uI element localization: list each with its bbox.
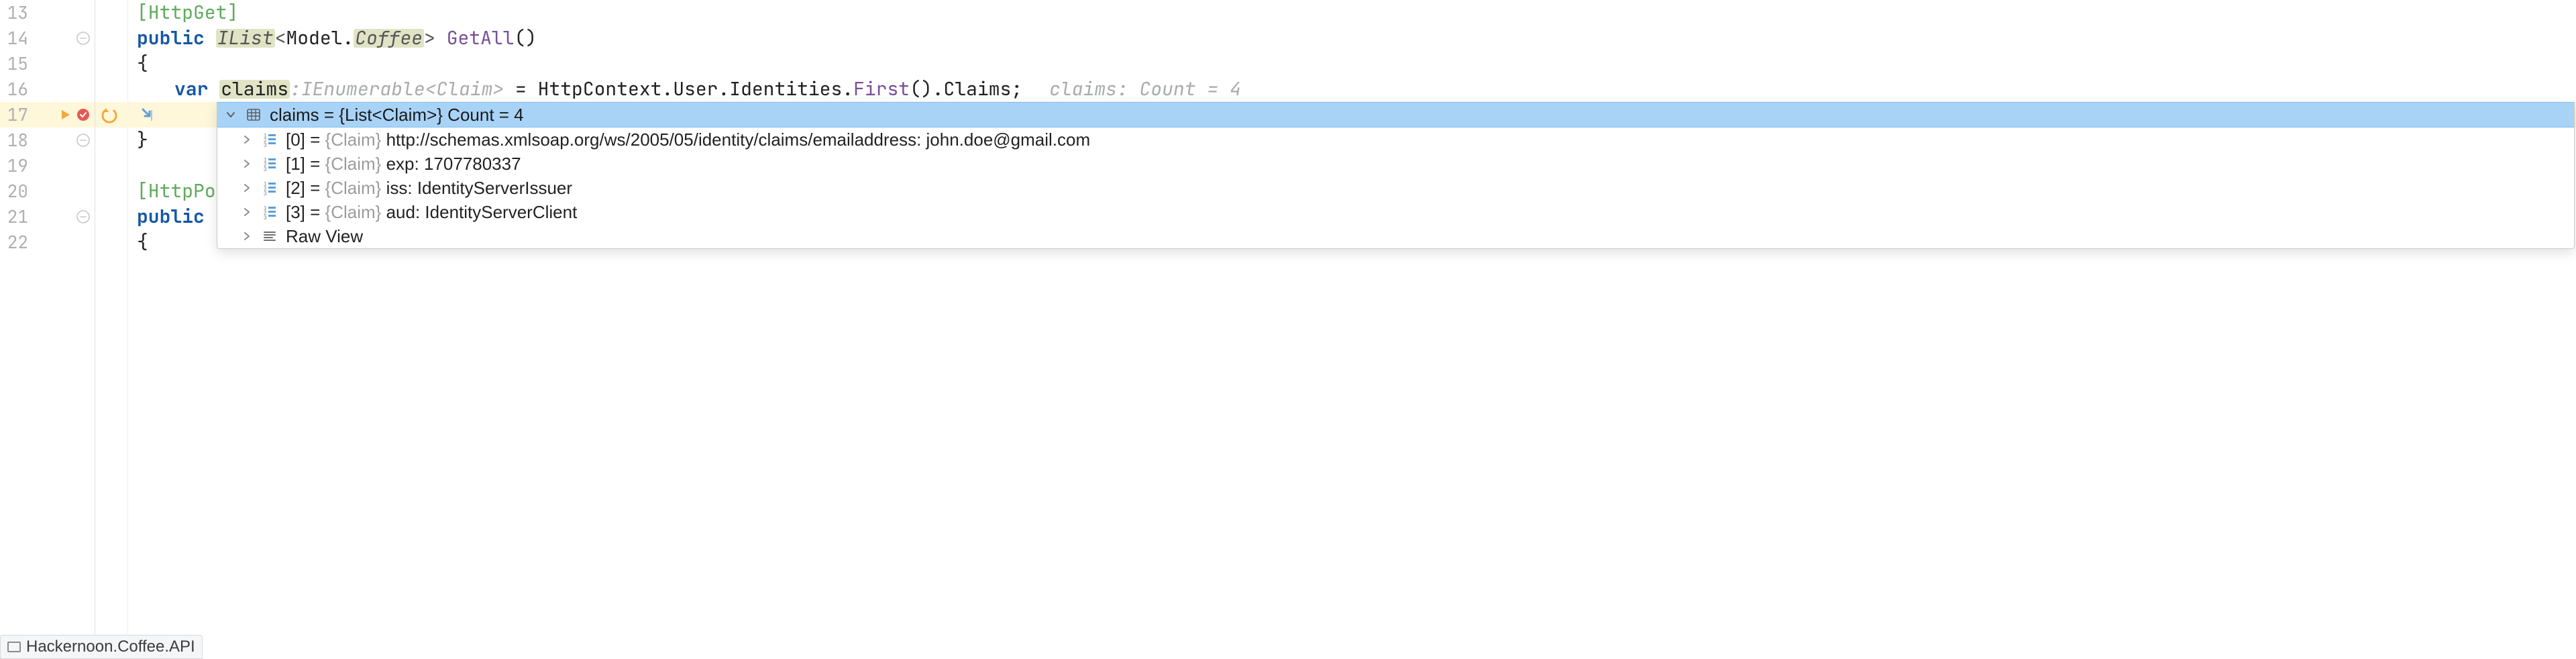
gutter-row[interactable]: 16	[0, 77, 95, 102]
popup-item-text: [2] = {Claim} iss: IdentityServerIssuer	[286, 179, 2567, 197]
line-number: 16	[0, 81, 32, 98]
chevron-right-icon[interactable]	[240, 135, 254, 144]
line-number: 17	[0, 106, 32, 123]
svg-text:3: 3	[264, 166, 267, 171]
gutter-row[interactable]: 14	[0, 26, 95, 51]
line-number: 13	[0, 4, 32, 21]
svg-text:3: 3	[264, 142, 267, 147]
project-tab[interactable]: Hackernoon.Coffee.API	[0, 635, 203, 659]
debug-inspect-popup[interactable]: claims = {List<Claim>} Count = 4 123 [0]…	[217, 102, 2575, 249]
svg-text:3: 3	[264, 191, 267, 195]
gutter-row[interactable]: 22	[0, 230, 95, 255]
fold-icon[interactable]	[76, 31, 91, 46]
gutter-row[interactable]: 20	[0, 179, 95, 204]
keyword: public	[137, 29, 216, 48]
project-name: Hackernoon.Coffee.API	[26, 639, 195, 655]
method-name: GetAll	[447, 29, 515, 48]
line-number: 22	[0, 234, 32, 251]
inline-debug-value: claims: Count = 4	[1049, 80, 1241, 99]
line-number: 21	[0, 208, 32, 225]
grid-icon	[244, 105, 263, 124]
chevron-right-icon[interactable]	[240, 183, 254, 193]
list-item-icon: 123	[260, 203, 279, 221]
chevron-right-icon[interactable]	[240, 207, 254, 217]
code-line[interactable]: var claims :IEnumerable<Claim> = HttpCon…	[95, 77, 2576, 102]
execution-pointer-icon	[60, 108, 73, 121]
gutter-row[interactable]: 18	[0, 128, 95, 153]
svg-text:3: 3	[264, 215, 267, 219]
code-editor: 13 14 15 16 17	[0, 0, 2576, 659]
code-line[interactable]: {	[95, 51, 2576, 77]
line-number: 19	[0, 157, 32, 174]
fold-end-icon[interactable]	[76, 133, 91, 148]
type: IList	[216, 29, 275, 48]
code-line[interactable]: public IList < Model . Coffee > GetAll (…	[95, 26, 2576, 51]
popup-item-row[interactable]: 123 [0] = {Claim} http://schemas.xmlsoap…	[217, 128, 2574, 152]
gutter-row[interactable]: 19	[0, 153, 95, 179]
variable-claims: claims	[219, 80, 290, 99]
popup-header-text: claims = {List<Claim>} Count = 4	[270, 106, 2567, 123]
gutter-row[interactable]: 21	[0, 204, 95, 230]
type: Coffee	[354, 29, 424, 48]
fold-icon[interactable]	[76, 209, 91, 224]
popup-header-row[interactable]: claims = {List<Claim>} Count = 4	[217, 102, 2574, 128]
popup-item-row[interactable]: 123 [1] = {Claim} exp: 1707780337	[217, 152, 2574, 176]
inlay-type-hint: :IEnumerable<Claim>	[290, 80, 504, 99]
text-lines-icon	[260, 227, 279, 246]
popup-item-text: [3] = {Claim} aud: IdentityServerClient	[286, 203, 2567, 221]
code-line[interactable]: [HttpGet]	[95, 0, 2576, 26]
gutter: 13 14 15 16 17	[0, 0, 95, 659]
attribute: [HttpGet]	[137, 3, 238, 22]
raw-view-label: Raw View	[286, 227, 2567, 245]
popup-item-row[interactable]: 123 [2] = {Claim} iss: IdentityServerIss…	[217, 176, 2574, 200]
list-item-icon: 123	[260, 179, 279, 197]
line-number: 20	[0, 183, 32, 200]
popup-raw-view-row[interactable]: Raw View	[217, 224, 2574, 248]
code-area[interactable]: [HttpGet] public IList < Model . Coffee …	[95, 0, 2576, 659]
popup-item-row[interactable]: 123 [3] = {Claim} aud: IdentityServerCli…	[217, 200, 2574, 224]
chevron-down-icon[interactable]	[224, 109, 237, 120]
gutter-row[interactable]: 15	[0, 51, 95, 77]
gutter-row[interactable]: 13	[0, 0, 95, 26]
line-number: 14	[0, 30, 32, 47]
window-icon	[7, 642, 21, 652]
chevron-right-icon[interactable]	[240, 232, 254, 241]
list-item-icon: 123	[260, 154, 279, 173]
line-number: 15	[0, 55, 32, 72]
popup-item-text: [0] = {Claim} http://schemas.xmlsoap.org…	[286, 131, 2567, 148]
breakpoint-icon[interactable]	[76, 107, 91, 122]
popup-item-text: [1] = {Claim} exp: 1707780337	[286, 155, 2567, 172]
list-item-icon: 123	[260, 130, 279, 149]
chevron-right-icon[interactable]	[240, 159, 254, 168]
line-number: 18	[0, 132, 32, 149]
gutter-row-current[interactable]: 17	[0, 102, 95, 128]
